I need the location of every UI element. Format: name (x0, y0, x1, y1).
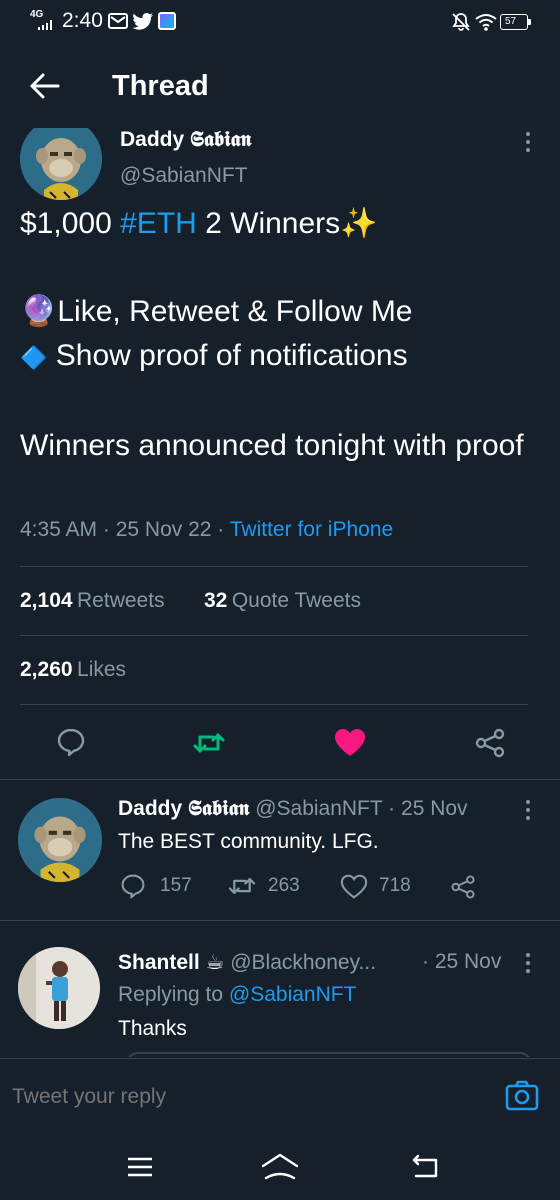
battery-icon: 57 (500, 14, 528, 30)
reply-tweet[interactable]: Shantell ☕ @Blackhoney... · 25 Nov Reply… (0, 921, 560, 1057)
avatar[interactable] (18, 798, 102, 882)
wifi-icon (475, 14, 497, 31)
reply-text: Thanks (118, 1017, 187, 1040)
reply-text: The BEST community. LFG. (118, 830, 379, 853)
status-bar: 4G 2:40 57 (0, 0, 560, 44)
tweet-line-3-text: Show proof of notifications (55, 339, 408, 372)
retweets-stat[interactable]: 2,104 Retweets (20, 589, 165, 613)
tweet-reply-input[interactable] (10, 1073, 484, 1121)
reply-tweet[interactable]: Daddy 𝕾𝖆𝖇𝖎𝖆𝖓 @SabianNFT · 25 Nov The BES… (0, 780, 560, 920)
divider (20, 566, 528, 567)
crystal-ball-emoji: 🔮 (20, 295, 58, 328)
replying-to-handle[interactable]: @SabianNFT (229, 983, 357, 1006)
tweet-meta: 4:35 AM · 25 Nov 22 · Twitter for iPhone (20, 518, 394, 541)
tweet-line-2-text: Like, Retweet & Follow Me (57, 295, 413, 328)
app-icon (158, 12, 176, 30)
retweets-label: Retweets (77, 589, 165, 612)
divider (20, 704, 528, 705)
battery-tip (528, 19, 531, 25)
system-nav-bar (0, 1132, 560, 1200)
thread-header: Thread (0, 48, 560, 128)
tweet-line-4: Winners announced tonight with proof (20, 429, 524, 462)
tweet-line-2: 🔮Like, Retweet & Follow Me (20, 290, 540, 334)
user-photo-icon (18, 947, 100, 1029)
camera-icon[interactable] (505, 1079, 539, 1111)
battery-level: 57 (505, 16, 517, 27)
quote-tweets-label: Quote Tweets (231, 589, 362, 612)
twitter-bird-icon (132, 13, 153, 30)
reply-date: 25 Nov (434, 950, 502, 973)
tweet-winners: 2 Winners (196, 207, 341, 240)
likes-count: 2,260 (20, 658, 73, 681)
replying-to: Replying to @SabianNFT (118, 983, 356, 1007)
author-handle[interactable]: @SabianNFT (120, 164, 248, 188)
likes-label: Likes (77, 658, 127, 681)
tweet-source-link[interactable]: Twitter for iPhone (230, 518, 393, 541)
avatar[interactable] (18, 947, 100, 1029)
likes-stat[interactable]: 2,260 Likes (20, 658, 126, 682)
divider (20, 635, 528, 636)
more-options-icon[interactable] (526, 953, 532, 977)
retweet-icon[interactable] (193, 729, 225, 757)
tweet-text: $1,000 #ETH 2 Winners✨ 🔮Like, Retweet & … (20, 202, 540, 468)
back-arrow-icon[interactable] (28, 66, 62, 106)
signal-icon (38, 20, 52, 30)
retweet-icon[interactable] (228, 874, 256, 898)
tweet-date: 25 Nov 22 (115, 518, 212, 541)
reply-date: 25 Nov (401, 797, 468, 820)
media-preview-edge (126, 1052, 532, 1057)
tweet-amount: $1,000 (20, 207, 121, 240)
tweet-time: 4:35 AM (20, 518, 98, 541)
reply-author-name[interactable]: Daddy 𝕾𝖆𝖇𝖎𝖆𝖓 (118, 797, 249, 820)
retweet-count: 263 (268, 875, 300, 896)
home-icon[interactable] (260, 1152, 300, 1180)
reply-date-wrap: · 25 Nov (422, 950, 502, 973)
reply-author-handle[interactable]: @Blackhoney... (230, 951, 376, 974)
main-tweet: Daddy 𝕾𝖆𝖇𝖎𝖆𝖓 @SabianNFT $1,000 #ETH 2 Wi… (0, 128, 560, 768)
quote-tweets-stat[interactable]: 32 Quote Tweets (204, 589, 361, 613)
reply-header: Daddy 𝕾𝖆𝖇𝖎𝖆𝖓 @SabianNFT · 25 Nov (118, 797, 468, 820)
reply-header: Shantell ☕ @Blackhoney... (118, 950, 376, 975)
ape-avatar-icon (18, 798, 102, 882)
like-heart-icon[interactable] (334, 728, 366, 758)
reply-icon[interactable] (120, 873, 146, 899)
diamond-emoji: 🔷 (20, 345, 48, 370)
replying-to-label: Replying to (118, 983, 224, 1006)
back-nav-icon[interactable] (410, 1152, 442, 1180)
like-count: 718 (379, 875, 411, 896)
reply-count: 157 (160, 875, 192, 896)
sparkles-emoji: ✨ (340, 207, 378, 240)
retweets-count: 2,104 (20, 589, 73, 612)
tweet-line-3: 🔷 Show proof of notifications (20, 334, 540, 380)
menu-icon[interactable] (126, 1156, 154, 1178)
reply-composer (0, 1058, 560, 1133)
page-title: Thread (112, 70, 209, 102)
share-icon[interactable] (450, 874, 476, 900)
reply-author-handle[interactable]: @SabianNFT (255, 797, 382, 820)
more-options-icon[interactable] (526, 800, 532, 824)
more-options-icon[interactable] (526, 132, 532, 156)
avatar[interactable] (20, 128, 102, 200)
like-heart-outline-icon[interactable] (340, 874, 368, 900)
status-time: 2:40 (62, 9, 103, 32)
author-name[interactable]: Daddy 𝕾𝖆𝖇𝖎𝖆𝖓 (120, 128, 251, 152)
reply-icon[interactable] (56, 727, 86, 757)
mail-icon (108, 13, 128, 29)
reply-author-name[interactable]: Shantell (118, 951, 200, 974)
network-type: 4G (30, 9, 44, 20)
bell-off-icon (452, 13, 470, 31)
coffee-emoji: ☕ (205, 951, 225, 974)
hashtag-link[interactable]: #ETH (120, 207, 197, 240)
share-icon[interactable] (474, 728, 506, 758)
tweet-line-1: $1,000 #ETH 2 Winners✨ (20, 202, 540, 246)
quote-tweets-count: 32 (204, 589, 228, 612)
ape-avatar-icon (20, 128, 102, 200)
